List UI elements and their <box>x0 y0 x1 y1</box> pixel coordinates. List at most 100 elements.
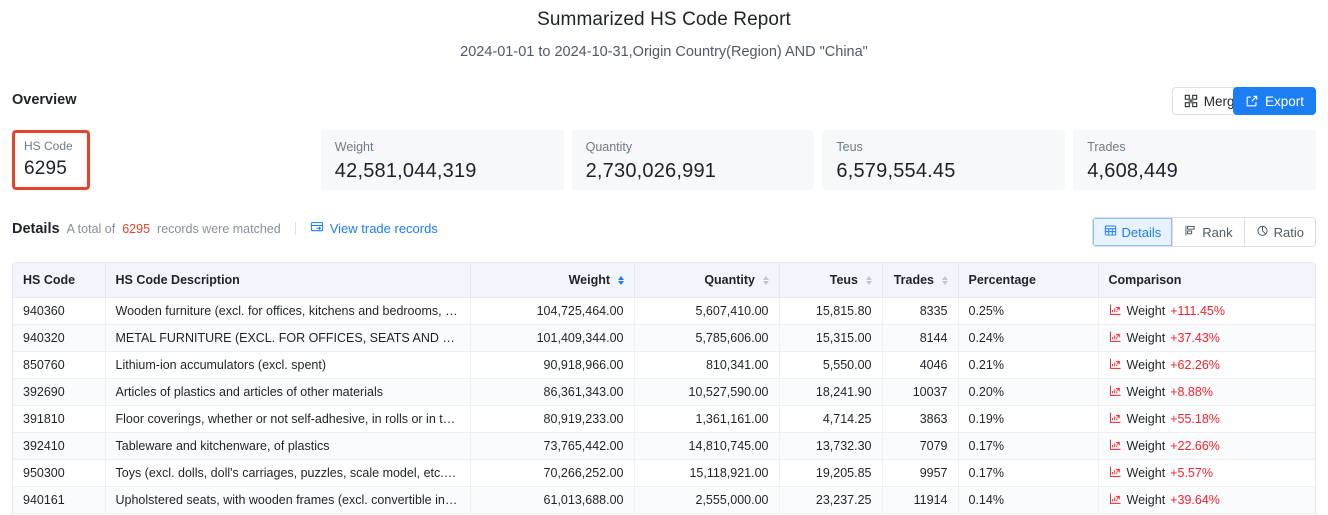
pie-chart-icon <box>1256 224 1269 240</box>
view-mode-rank-label: Rank <box>1202 224 1233 240</box>
cell-hs-code: 940161 <box>13 486 106 514</box>
cell-quantity: 2,555,000.00 <box>634 486 780 514</box>
cell-teus: 18,241.90 <box>779 378 883 406</box>
cell-quantity: 5,785,606.00 <box>634 324 780 352</box>
cell-teus: 15,315.00 <box>779 324 883 352</box>
cell-hs-code: 392690 <box>13 378 106 406</box>
column-header-quantity[interactable]: Quantity <box>634 263 780 298</box>
details-prefix-text: A total of <box>66 221 116 236</box>
cell-quantity: 810,341.00 <box>634 351 780 379</box>
view-mode-rank[interactable]: Rank <box>1173 218 1245 246</box>
comparison-badge: Weight +5.57% <box>1109 465 1213 481</box>
view-trade-records-label: View trade records <box>329 221 438 236</box>
cell-trades: 7079 <box>882 432 959 460</box>
cell-weight: 80,919,233.00 <box>470 405 635 433</box>
cell-quantity: 10,527,590.00 <box>634 378 780 406</box>
view-mode-switch: Details Rank Ratio <box>1091 217 1316 247</box>
cell-comparison: Weight +8.88% <box>1098 378 1315 406</box>
stat-card-label: Teus <box>836 140 863 154</box>
comparison-label: Weight <box>1126 411 1166 426</box>
stat-card-label: Quantity <box>585 140 633 154</box>
comparison-value: +39.64% <box>1170 492 1220 507</box>
cell-comparison: Weight +22.66% <box>1098 432 1315 460</box>
sort-arrows-icon[interactable] <box>762 275 769 285</box>
cell-quantity: 5,607,410.00 <box>634 297 780 325</box>
cell-percentage: 0.17% <box>958 432 1099 460</box>
cell-weight: 101,409,344.00 <box>470 324 635 352</box>
comparison-value: +55.18% <box>1170 411 1220 426</box>
details-table: HS Code HS Code Description Weight Quant… <box>13 263 1315 514</box>
table-row[interactable]: 950300 Toys (excl. dolls, doll's carriage… <box>13 459 1315 487</box>
comparison-value: +5.57% <box>1170 465 1213 480</box>
cell-hs-code: 391810 <box>13 405 106 433</box>
cell-description: Upholstered seats, with wooden frames (e… <box>105 486 471 514</box>
table-header: HS Code HS Code Description Weight Quant… <box>13 263 1315 298</box>
table-row[interactable]: 391810 Floor coverings, whether or not se… <box>13 405 1315 433</box>
divider <box>294 222 296 235</box>
table-row[interactable]: 392690 Articles of plastics and articles … <box>13 378 1315 406</box>
stat-card-teus: Teus 6,579,554.45 <box>822 130 1066 190</box>
export-button[interactable]: Export <box>1232 87 1316 115</box>
cell-description: Lithium-ion accumulators (excl. spent) <box>105 351 471 379</box>
cell-comparison: Weight +62.26% <box>1098 351 1315 379</box>
card-spacer <box>98 130 313 190</box>
export-button-label: Export <box>1264 93 1304 109</box>
comparison-label: Weight <box>1126 492 1166 507</box>
cell-weight: 73,765,442.00 <box>470 432 635 460</box>
sort-arrows-icon[interactable] <box>941 275 948 285</box>
comparison-value: +62.26% <box>1170 357 1220 372</box>
cell-trades: 11914 <box>882 486 959 514</box>
overview-toolbar: Overview Merge Export <box>0 86 1328 120</box>
cell-percentage: 0.19% <box>958 405 1099 433</box>
stat-card-value: 2,730,026,991 <box>585 160 717 182</box>
details-title: Details <box>12 220 60 237</box>
page-title: Summarized HS Code Report <box>537 9 791 30</box>
cell-description: Tableware and kitchenware, of plastics <box>105 432 471 460</box>
table-row[interactable]: 940360 Wooden furniture (excl. for office… <box>13 297 1315 325</box>
table-row[interactable]: 940161 Upholstered seats, with wooden fra… <box>13 486 1315 514</box>
table-row[interactable]: 392410 Tableware and kitchenware, of plas… <box>13 432 1315 460</box>
column-label: Teus <box>829 272 859 287</box>
column-header-trades[interactable]: Trades <box>882 263 959 298</box>
sort-arrows-icon[interactable] <box>617 275 624 285</box>
details-toolbar: Details A total of 6295 records were mat… <box>0 217 1328 247</box>
table-row[interactable]: 940320 METAL FURNITURE (EXCL. FOR OFFICES… <box>13 324 1315 352</box>
table-row[interactable]: 850760 Lithium-ion accumulators (excl. sp… <box>13 351 1315 379</box>
cell-teus: 23,237.25 <box>779 486 883 514</box>
comparison-value: +111.45% <box>1170 303 1225 318</box>
cell-teus: 19,205.85 <box>779 459 883 487</box>
comparison-label: Weight <box>1126 303 1166 318</box>
comparison-value: +22.66% <box>1170 438 1220 453</box>
trend-up-chart-icon <box>1109 465 1122 481</box>
details-table-container: HS Code HS Code Description Weight Quant… <box>12 262 1316 515</box>
sort-arrows-icon[interactable] <box>865 275 872 285</box>
column-label: HS Code <box>23 272 76 287</box>
cell-percentage: 0.14% <box>958 486 1099 514</box>
page-subtitle: 2024-01-01 to 2024-10-31,Origin Country(… <box>460 44 868 60</box>
stat-card-value: 4,608,449 <box>1087 160 1178 182</box>
cell-quantity: 14,810,745.00 <box>634 432 780 460</box>
cell-trades: 4046 <box>882 351 959 379</box>
stat-card-value: 6295 <box>24 158 68 179</box>
cell-comparison: Weight +111.45% <box>1098 297 1315 325</box>
cell-description: Articles of plastics and articles of oth… <box>105 378 471 406</box>
cell-comparison: Weight +39.64% <box>1098 486 1315 514</box>
cell-hs-code: 950300 <box>13 459 106 487</box>
cell-percentage: 0.25% <box>958 297 1099 325</box>
view-trade-records-link[interactable]: View trade records <box>310 220 438 237</box>
column-header-weight[interactable]: Weight <box>470 263 635 298</box>
trend-up-chart-icon <box>1109 357 1122 373</box>
cell-percentage: 0.17% <box>958 459 1099 487</box>
view-mode-details-label: Details <box>1121 224 1162 240</box>
comparison-label: Weight <box>1126 330 1166 345</box>
cell-trades: 8335 <box>882 297 959 325</box>
comparison-badge: Weight +62.26% <box>1109 357 1220 373</box>
stat-card-hs-code: HS Code 6295 <box>12 130 90 190</box>
stat-card-label: HS Code <box>24 139 73 153</box>
view-mode-details[interactable]: Details <box>1092 218 1174 246</box>
cell-percentage: 0.20% <box>958 378 1099 406</box>
cell-teus: 4,714.25 <box>779 405 883 433</box>
view-mode-ratio[interactable]: Ratio <box>1245 218 1315 246</box>
column-header-teus[interactable]: Teus <box>779 263 883 298</box>
comparison-badge: Weight +22.66% <box>1109 438 1220 454</box>
